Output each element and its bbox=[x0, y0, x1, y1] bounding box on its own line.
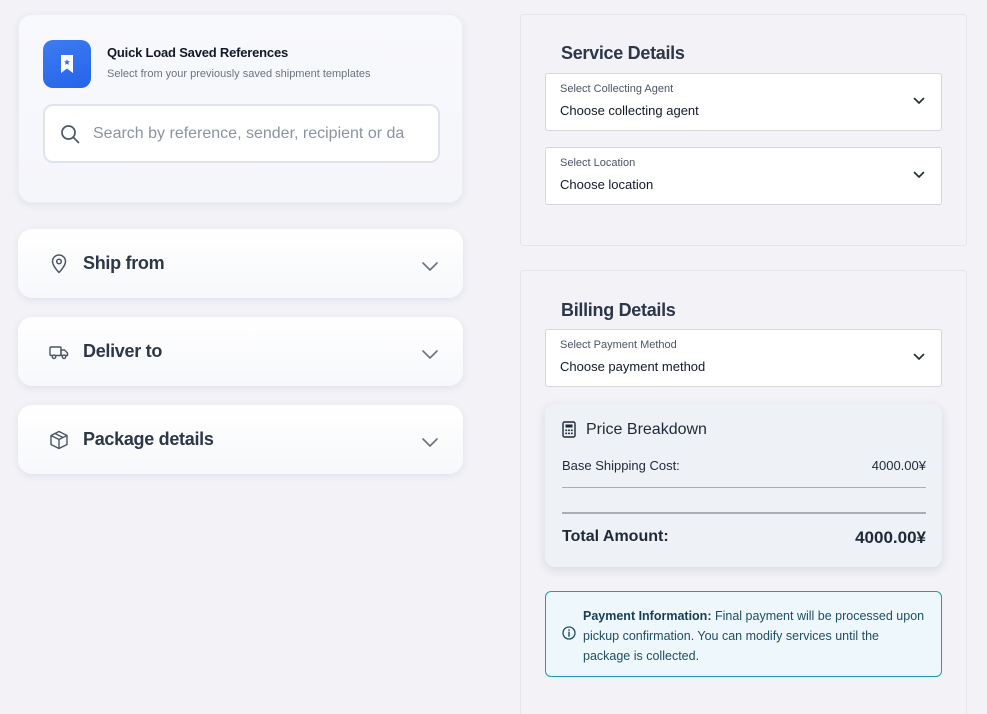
price-breakdown-card: Price Breakdown Base Shipping Cost: 4000… bbox=[545, 404, 942, 567]
payment-info-heading: Payment Information: bbox=[583, 609, 712, 623]
search-icon bbox=[59, 123, 81, 145]
payment-method-select[interactable]: Select Payment Method Choose payment met… bbox=[545, 329, 942, 387]
collecting-agent-select[interactable]: Select Collecting Agent Choose collectin… bbox=[545, 73, 942, 131]
calculator-icon bbox=[562, 421, 576, 438]
billing-details-panel: Billing Details Select Payment Method Ch… bbox=[520, 270, 967, 714]
base-shipping-value: 4000.00¥ bbox=[871, 458, 926, 473]
collecting-agent-value: Choose collecting agent bbox=[560, 103, 699, 118]
quick-load-subtitle: Select from your previously saved shipme… bbox=[107, 68, 371, 80]
ship-from-label: Ship from bbox=[83, 253, 165, 273]
total-amount-value: 4000.00¥ bbox=[855, 528, 926, 547]
quick-load-card: Quick Load Saved References Select from … bbox=[18, 14, 463, 203]
base-shipping-label: Base Shipping Cost: bbox=[562, 458, 680, 473]
chevron-down-icon bbox=[913, 353, 925, 360]
price-breakdown-title: Price Breakdown bbox=[586, 421, 707, 438]
collecting-agent-label: Select Collecting Agent bbox=[560, 83, 674, 95]
ship-from-section[interactable]: Ship from bbox=[18, 229, 463, 298]
payment-info-alert: Payment Information: Final payment will … bbox=[545, 591, 942, 677]
truck-icon bbox=[48, 341, 70, 363]
chevron-down-icon bbox=[913, 97, 925, 104]
payment-info-text: Payment Information: Final payment will … bbox=[583, 606, 928, 666]
location-select[interactable]: Select Location Choose location bbox=[545, 147, 942, 205]
payment-method-label: Select Payment Method bbox=[560, 339, 677, 351]
reference-search-input[interactable] bbox=[93, 124, 423, 143]
location-label: Select Location bbox=[560, 157, 636, 169]
package-icon bbox=[48, 429, 70, 451]
chevron-down-icon bbox=[422, 350, 438, 359]
reference-search-box[interactable] bbox=[43, 104, 440, 163]
service-details-panel: Service Details Select Collecting Agent … bbox=[520, 14, 967, 246]
package-details-section[interactable]: Package details bbox=[18, 405, 463, 474]
chevron-down-icon bbox=[422, 438, 438, 447]
location-value: Choose location bbox=[560, 177, 654, 192]
service-details-title: Service Details bbox=[561, 43, 685, 63]
quick-load-title: Quick Load Saved References bbox=[107, 45, 289, 60]
billing-details-title: Billing Details bbox=[561, 300, 676, 320]
deliver-to-label: Deliver to bbox=[83, 341, 163, 361]
package-details-label: Package details bbox=[83, 429, 214, 449]
divider bbox=[562, 487, 926, 488]
bookmark-icon bbox=[43, 40, 91, 88]
chevron-down-icon bbox=[913, 171, 925, 178]
divider bbox=[562, 512, 926, 514]
chevron-down-icon bbox=[422, 262, 438, 271]
map-pin-icon bbox=[48, 253, 70, 275]
deliver-to-section[interactable]: Deliver to bbox=[18, 317, 463, 386]
info-icon bbox=[562, 626, 576, 640]
total-amount-label: Total Amount: bbox=[562, 528, 669, 545]
payment-method-value: Choose payment method bbox=[560, 359, 706, 374]
